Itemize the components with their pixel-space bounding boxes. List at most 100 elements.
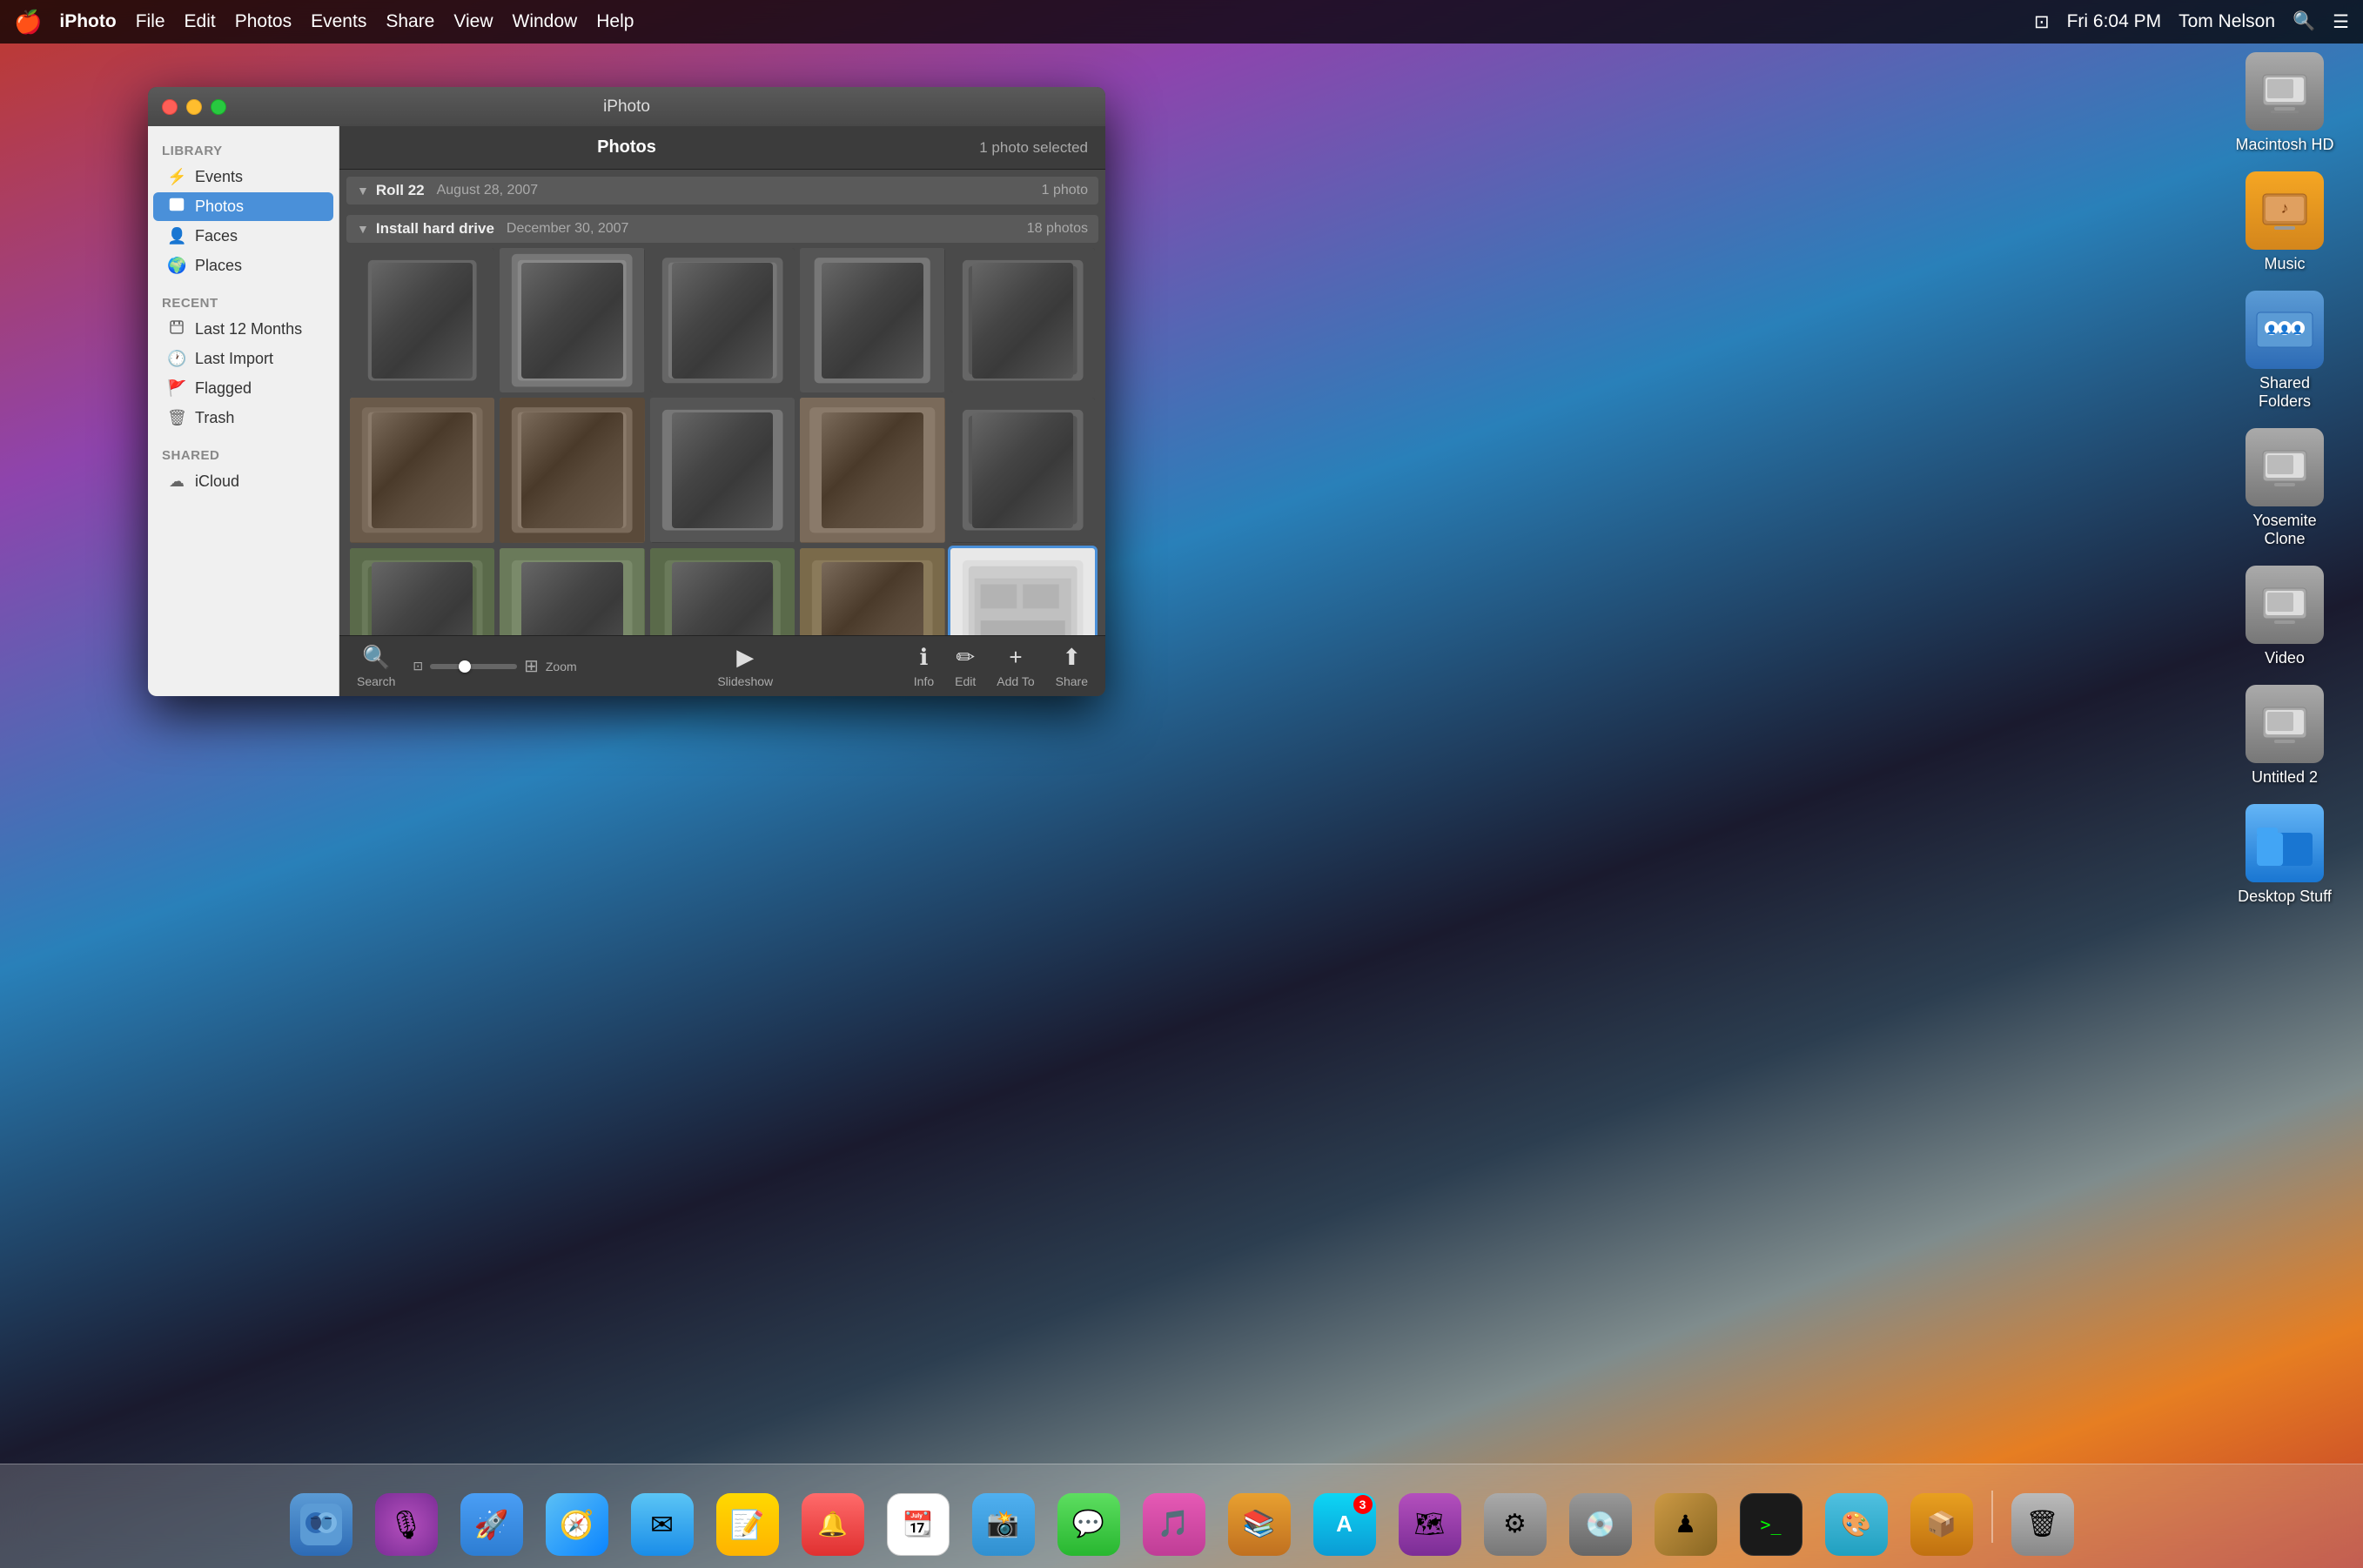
toolbar-left: 🔍 Search ⊡ ⊞ Zoom	[357, 644, 577, 688]
photo-8	[650, 398, 795, 542]
add-to-icon: +	[1009, 644, 1022, 671]
dock-item-messages[interactable]: 💬	[1050, 1478, 1128, 1556]
installhd-count: 18 photos	[1027, 221, 1088, 237]
dock-item-notes[interactable]: 📝	[708, 1478, 787, 1556]
menubar-help[interactable]: Help	[596, 11, 634, 32]
photo-thumb-10[interactable]	[950, 398, 1095, 542]
search-button[interactable]: 🔍 Search	[357, 644, 395, 688]
screen-mirror-icon: ⊡	[2034, 11, 2050, 33]
places-icon: 🌍	[167, 257, 186, 275]
zoom-control: ⊡ ⊞ Zoom	[413, 655, 576, 677]
edit-button[interactable]: ✏ Edit	[955, 644, 976, 688]
svg-text:👤: 👤	[2266, 324, 2277, 335]
photo-thumb-15-selected[interactable]	[950, 548, 1095, 635]
menubar-iphoto[interactable]: iPhoto	[59, 11, 116, 32]
trash-label: Trash	[195, 409, 234, 427]
desktop-icon-untitled2[interactable]: Untitled 2	[2232, 685, 2337, 787]
sidebar-item-events[interactable]: ⚡ Events	[153, 163, 333, 191]
dock-item-launchpad[interactable]: 🚀	[453, 1478, 531, 1556]
desktop-icon-shared[interactable]: 👤 👤 👤 Shared Folders	[2232, 291, 2337, 411]
album-roll22-header[interactable]: ▼ Roll 22 August 28, 2007 1 photo	[346, 177, 1098, 204]
add-to-button[interactable]: + Add To	[997, 644, 1034, 688]
desktop-icon-yosemite[interactable]: Yosemite Clone	[2232, 428, 2337, 548]
roll22-date: August 28, 2007	[437, 183, 539, 198]
dock-item-terminal[interactable]: >_	[1732, 1478, 1810, 1556]
menubar-events[interactable]: Events	[311, 11, 366, 32]
menubar-share[interactable]: Share	[386, 11, 434, 32]
sidebar-item-places[interactable]: 🌍 Places	[153, 251, 333, 280]
dock-item-colorsync[interactable]: 🎨	[1817, 1478, 1896, 1556]
chess-icon: ♟	[1655, 1493, 1717, 1556]
menubar-view[interactable]: View	[453, 11, 493, 32]
slideshow-label: Slideshow	[717, 674, 773, 688]
library-section-label: LIBRARY	[148, 137, 339, 162]
photo-thumb-2[interactable]	[500, 248, 644, 392]
minimize-button[interactable]	[186, 99, 202, 115]
apple-menu-icon[interactable]: 🍎	[14, 9, 42, 36]
photo-thumb-1[interactable]	[350, 248, 494, 392]
album-installhd-header[interactable]: ▼ Install hard drive December 30, 2007 1…	[346, 215, 1098, 243]
lastimport-icon: 🕐	[167, 350, 186, 368]
photo-thumb-12[interactable]	[500, 548, 644, 635]
sidebar-item-photos[interactable]: Photos	[153, 192, 333, 221]
desktop-icon-music[interactable]: ♪ Music	[2232, 171, 2337, 273]
window-body: LIBRARY ⚡ Events Photos 👤 Faces 🌍 Places…	[148, 126, 1105, 696]
sidebar-item-icloud[interactable]: ☁ iCloud	[153, 467, 333, 496]
slideshow-button[interactable]: ▶ Slideshow	[717, 644, 773, 688]
ibooks-icon: 📚	[1228, 1493, 1291, 1556]
photo-thumb-3[interactable]	[650, 248, 795, 392]
flagged-icon: 🚩	[167, 379, 186, 398]
dock-item-archive[interactable]: 📦	[1903, 1478, 1981, 1556]
photo-thumb-5[interactable]	[950, 248, 1095, 392]
dock-item-safari[interactable]: 🧭	[538, 1478, 616, 1556]
dock-item-dvd[interactable]: 💿	[1561, 1478, 1640, 1556]
desktop-icon-macintosh-hd[interactable]: Macintosh HD	[2232, 52, 2337, 154]
dock-item-calendar[interactable]: 📆	[879, 1478, 957, 1556]
sidebar-item-last12[interactable]: Last 12 Months	[153, 315, 333, 344]
photo-thumb-4[interactable]	[800, 248, 944, 392]
dock-item-iphoto[interactable]: 📸	[964, 1478, 1043, 1556]
photo-thumb-11[interactable]	[350, 548, 494, 635]
dock-item-appstore[interactable]: A 3	[1306, 1478, 1384, 1556]
photo-thumb-14[interactable]	[800, 548, 944, 635]
dock-item-siri[interactable]: 🎙	[367, 1478, 446, 1556]
maximize-button[interactable]	[211, 99, 226, 115]
menubar-window[interactable]: Window	[513, 11, 578, 32]
dock-item-maps[interactable]: 🗺	[1391, 1478, 1469, 1556]
desktop-icon-desktop-stuff[interactable]: Desktop Stuff	[2232, 804, 2337, 906]
info-button[interactable]: ℹ Info	[914, 644, 934, 688]
sidebar: LIBRARY ⚡ Events Photos 👤 Faces 🌍 Places…	[148, 126, 339, 696]
menubar-photos[interactable]: Photos	[235, 11, 292, 32]
yosemite-clone-label: Yosemite Clone	[2232, 512, 2337, 548]
notification-icon[interactable]: ☰	[2333, 11, 2349, 33]
menubar-edit[interactable]: Edit	[185, 11, 216, 32]
photo-thumb-6[interactable]	[350, 398, 494, 542]
desktop-icon-video[interactable]: Video	[2232, 566, 2337, 667]
desktop-icons-container: Macintosh HD ♪ Music 👤 👤 👤 Shared	[2232, 52, 2337, 906]
photo-thumb-13[interactable]	[650, 548, 795, 635]
photo-thumb-7[interactable]	[500, 398, 644, 542]
dock-item-settings[interactable]: ⚙	[1476, 1478, 1554, 1556]
zoom-slider[interactable]	[430, 664, 517, 669]
last12-label: Last 12 Months	[195, 320, 302, 338]
photo-thumb-9[interactable]	[800, 398, 944, 542]
photo-thumb-8[interactable]	[650, 398, 795, 542]
search-menubar-icon[interactable]: 🔍	[2293, 11, 2315, 32]
photo-area[interactable]: ▼ Roll 22 August 28, 2007 1 photo ▼ Inst…	[339, 170, 1105, 635]
sidebar-item-flagged[interactable]: 🚩 Flagged	[153, 374, 333, 403]
dock-item-trash[interactable]: 🗑	[2004, 1478, 2082, 1556]
share-button[interactable]: ⬆ Share	[1056, 644, 1088, 688]
close-button[interactable]	[162, 99, 178, 115]
sidebar-item-faces[interactable]: 👤 Faces	[153, 222, 333, 251]
music-icon: ♪	[2246, 171, 2324, 250]
dock-item-ibooks[interactable]: 📚	[1220, 1478, 1299, 1556]
dock-item-finder[interactable]	[282, 1478, 360, 1556]
sidebar-item-trash[interactable]: 🗑 Trash	[153, 404, 333, 432]
sidebar-item-lastimport[interactable]: 🕐 Last Import	[153, 345, 333, 373]
search-label: Search	[357, 674, 395, 688]
menubar-file[interactable]: File	[136, 11, 165, 32]
dock-item-chess[interactable]: ♟	[1647, 1478, 1725, 1556]
dock-item-itunes[interactable]: 🎵	[1135, 1478, 1213, 1556]
dock-item-reminders[interactable]: 🔔	[794, 1478, 872, 1556]
dock-item-mail[interactable]: ✉	[623, 1478, 702, 1556]
